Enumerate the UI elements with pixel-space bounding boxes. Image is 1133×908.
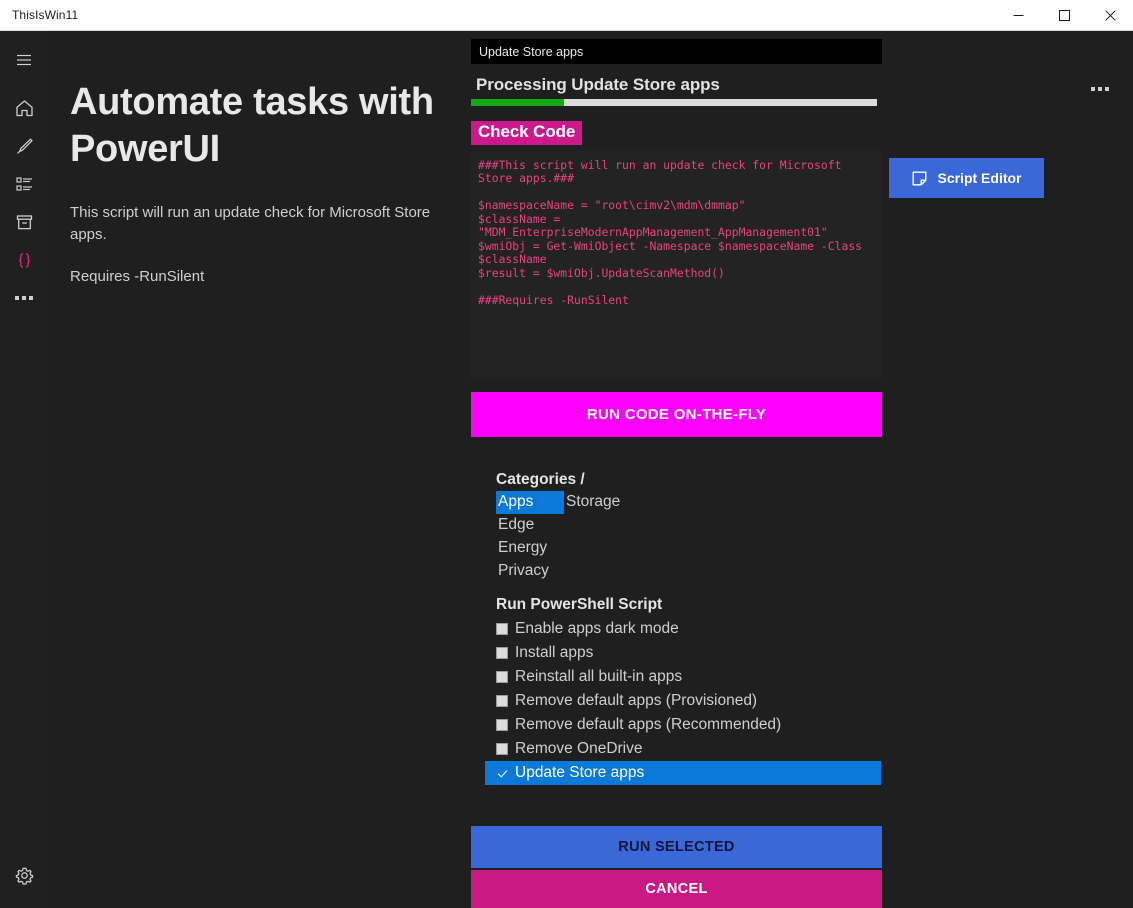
gear-icon xyxy=(15,867,33,885)
sidebar xyxy=(0,31,48,908)
category-item-energy[interactable]: Energy xyxy=(496,537,564,560)
window-title: ThisIsWin11 xyxy=(12,8,79,22)
close-icon xyxy=(1104,10,1116,21)
run-code-on-the-fly-button[interactable]: RUN CODE ON-THE-FLY xyxy=(471,392,882,437)
categories-section: Categories / Apps Storage Edge Energy Pr… xyxy=(471,471,882,583)
category-row: Apps Storage xyxy=(496,491,882,514)
right-pane: Script Editor xyxy=(882,31,1133,908)
more-options-button[interactable] xyxy=(1083,75,1117,103)
page-title: Automate tasks with PowerUI xyxy=(70,81,434,170)
maximize-button[interactable] xyxy=(1041,0,1087,31)
sidebar-item-more[interactable] xyxy=(4,279,44,317)
script-editor-button[interactable]: Script Editor xyxy=(889,158,1044,198)
category-item-privacy[interactable]: Privacy xyxy=(496,560,564,583)
code-preview-area[interactable]: ###This script will run an update check … xyxy=(471,151,882,379)
center-pane: Update Store apps Processing Update Stor… xyxy=(471,39,882,785)
category-row: Privacy xyxy=(496,560,882,583)
checkbox-enable-apps-dark-mode[interactable] xyxy=(496,622,508,635)
list-item[interactable]: Install apps xyxy=(485,641,882,665)
task-header-bar: Update Store apps xyxy=(471,39,882,64)
list-icon xyxy=(15,176,32,191)
checkbox-remove-default-apps-recommended[interactable] xyxy=(496,718,508,731)
home-icon xyxy=(15,99,33,116)
category-item-edge[interactable]: Edge xyxy=(496,514,564,537)
category-row: Energy xyxy=(496,537,882,560)
app-body: Automate tasks with PowerUI This script … xyxy=(0,31,1133,908)
page-requires-note: Requires -RunSilent xyxy=(70,267,205,285)
maximize-icon xyxy=(1058,10,1070,21)
task-header-title: Update Store apps xyxy=(479,44,584,59)
sidebar-item-home[interactable] xyxy=(4,89,44,127)
sidebar-item-packages[interactable] xyxy=(4,203,44,241)
categories-title: Categories / xyxy=(496,471,585,488)
sidebar-item-automate[interactable] xyxy=(4,241,44,279)
sidebar-item-settings[interactable] xyxy=(4,856,44,894)
sidebar-item-tasks[interactable] xyxy=(4,165,44,203)
note-icon xyxy=(912,171,927,185)
list-item[interactable]: Enable apps dark mode xyxy=(485,617,882,641)
list-item[interactable]: Remove default apps (Provisioned) xyxy=(485,689,882,713)
list-item-label: Remove OneDrive xyxy=(515,739,643,757)
category-item-storage[interactable]: Storage xyxy=(564,491,632,514)
check-code-label: Check Code xyxy=(471,121,583,145)
list-item-label: Remove default apps (Recommended) xyxy=(515,715,782,733)
more-dots-icon xyxy=(1091,87,1109,91)
more-dots-icon xyxy=(15,296,33,300)
powershell-script-section: Run PowerShell Script Enable apps dark m… xyxy=(471,596,882,785)
minimize-icon xyxy=(1013,15,1023,16)
checkbox-remove-onedrive[interactable] xyxy=(496,742,508,755)
list-item[interactable]: Remove OneDrive xyxy=(485,737,882,761)
list-item-label: Enable apps dark mode xyxy=(515,619,679,637)
checkbox-remove-default-apps-provisioned[interactable] xyxy=(496,694,508,707)
checkbox-reinstall-builtin-apps[interactable] xyxy=(496,670,508,683)
bottom-action-bar: RUN SELECTED CANCEL xyxy=(471,826,882,908)
close-button[interactable] xyxy=(1087,0,1133,31)
window-titlebar: ThisIsWin11 xyxy=(0,0,1133,31)
list-item[interactable]: Remove default apps (Recommended) xyxy=(485,713,882,737)
checkbox-install-apps[interactable] xyxy=(496,646,508,659)
checkbox-update-store-apps[interactable] xyxy=(496,766,508,779)
progress-bar-fill xyxy=(471,99,565,106)
cancel-button[interactable]: CANCEL xyxy=(471,870,882,908)
list-item-label: Update Store apps xyxy=(515,763,645,781)
minimize-button[interactable] xyxy=(995,0,1041,31)
progress-bar-track xyxy=(471,99,877,106)
hamburger-menu-icon xyxy=(17,54,31,66)
box-icon xyxy=(16,214,32,229)
left-content-pane: Automate tasks with PowerUI This script … xyxy=(48,31,468,908)
page-description: This script will run an update check for… xyxy=(70,204,431,244)
category-item-apps[interactable]: Apps xyxy=(496,491,564,514)
brush-icon xyxy=(16,138,33,154)
list-item-label: Remove default apps (Provisioned) xyxy=(515,691,758,709)
powershell-section-title: Run PowerShell Script xyxy=(496,595,663,613)
list-item-label: Reinstall all built-in apps xyxy=(515,667,683,685)
run-selected-button[interactable]: RUN SELECTED xyxy=(471,826,882,868)
category-row: Edge xyxy=(496,514,882,537)
list-item[interactable]: Reinstall all built-in apps xyxy=(485,665,882,689)
window-controls xyxy=(995,0,1133,31)
sidebar-item-menu[interactable] xyxy=(4,41,44,79)
script-editor-label: Script Editor xyxy=(937,170,1022,186)
processing-status-label: Processing Update Store apps xyxy=(476,75,720,94)
list-item[interactable]: Update Store apps xyxy=(485,760,881,785)
curly-braces-icon xyxy=(18,252,30,268)
sidebar-item-personalize[interactable] xyxy=(4,127,44,165)
list-item-label: Install apps xyxy=(515,643,594,661)
